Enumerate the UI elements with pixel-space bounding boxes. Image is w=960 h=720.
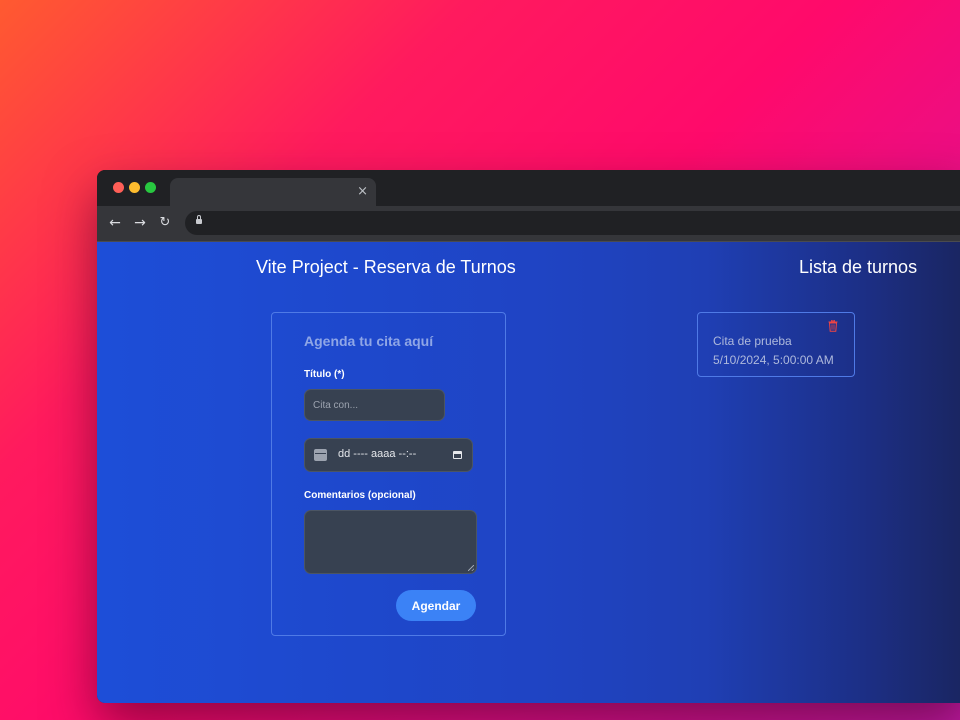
close-icon[interactable]: × xyxy=(357,183,368,201)
browser-window: × ← → ↻ Vite Project - Reserva de Turnos… xyxy=(97,170,960,703)
page-viewport: Vite Project - Reserva de Turnos Lista d… xyxy=(97,242,960,703)
back-button[interactable]: ← xyxy=(106,214,124,232)
resize-handle[interactable] xyxy=(468,565,474,571)
maximize-window-button[interactable] xyxy=(145,182,156,193)
title-input[interactable] xyxy=(304,389,445,421)
trash-icon[interactable] xyxy=(828,320,838,332)
browser-toolbar: ← → ↻ xyxy=(97,206,960,242)
address-bar[interactable] xyxy=(185,211,960,235)
appointments-list-title: Lista de turnos xyxy=(799,257,918,277)
comments-textarea[interactable] xyxy=(304,510,477,574)
appointment-form: Agenda tu cita aquí Título (*) dd ---- a… xyxy=(271,312,506,636)
appointment-card: Cita de prueba 5/10/2024, 5:00:00 AM xyxy=(697,312,855,377)
datetime-input[interactable]: dd ---- aaaa --:-- xyxy=(304,438,473,472)
appointment-title: Cita de prueba xyxy=(713,334,792,348)
tab-strip: × xyxy=(97,170,960,206)
calendar-icon xyxy=(314,449,327,461)
minimize-window-button[interactable] xyxy=(129,182,140,193)
calendar-picker-icon[interactable] xyxy=(453,451,462,459)
close-window-button[interactable] xyxy=(113,182,124,193)
lock-icon xyxy=(196,215,202,224)
form-heading: Agenda tu cita aquí xyxy=(304,333,434,349)
page-title: Vite Project - Reserva de Turnos xyxy=(256,257,516,277)
reload-button[interactable]: ↻ xyxy=(156,214,174,232)
title-label: Título (*) xyxy=(304,369,345,380)
submit-button[interactable]: Agendar xyxy=(396,590,476,621)
browser-tab[interactable]: × xyxy=(170,178,376,206)
datetime-placeholder: dd ---- aaaa --:-- xyxy=(338,448,417,460)
forward-button[interactable]: → xyxy=(131,214,149,232)
comments-label: Comentarios (opcional) xyxy=(304,490,416,501)
appointment-datetime: 5/10/2024, 5:00:00 AM xyxy=(713,353,834,367)
